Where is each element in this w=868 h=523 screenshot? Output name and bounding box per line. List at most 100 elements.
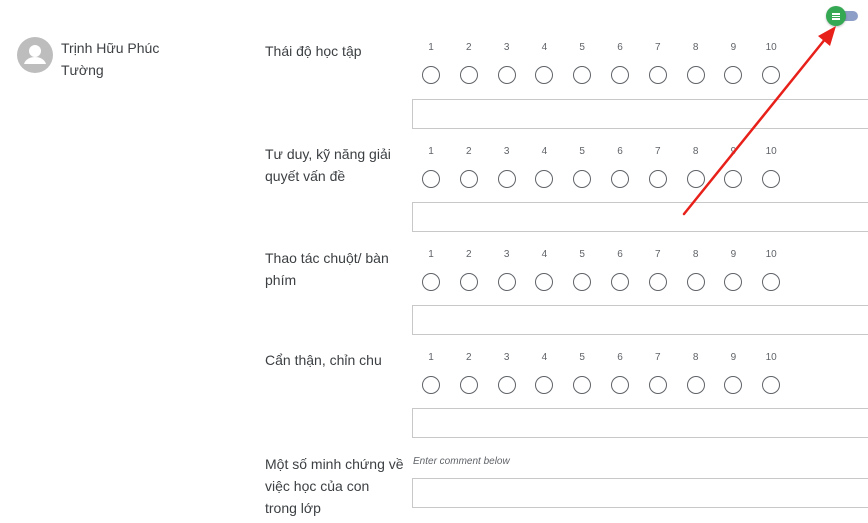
rating-radio-2[interactable] xyxy=(459,170,478,188)
rating-radio-2[interactable] xyxy=(459,376,478,394)
scale-number: 5 xyxy=(579,146,585,157)
scale-number: 3 xyxy=(503,352,510,363)
rating-radio-9[interactable] xyxy=(724,273,743,291)
scale-number: 10 xyxy=(765,249,777,260)
rating-radio-6[interactable] xyxy=(611,376,629,394)
rating-radio-3[interactable] xyxy=(497,170,516,188)
avatar xyxy=(17,37,53,73)
rating-scale-2: 1 2 3 4 5 6 7 8 9 10 xyxy=(412,146,792,202)
rating-radio-1[interactable] xyxy=(422,170,440,188)
scale-number: 7 xyxy=(655,249,661,260)
scale-number: 5 xyxy=(579,42,585,53)
rating-radio-8[interactable] xyxy=(686,170,705,188)
rating-scale-1: 1 2 3 4 5 6 7 8 9 10 xyxy=(412,42,792,98)
evidence-label: Một số minh chứng về việc học của con tr… xyxy=(265,456,404,516)
comment-field-4[interactable] xyxy=(412,408,868,438)
rating-radio-2[interactable] xyxy=(459,273,478,291)
scale-number: 4 xyxy=(541,146,548,157)
comment-toggle[interactable] xyxy=(826,6,858,26)
rating-radio-1[interactable] xyxy=(422,66,440,84)
scale-number: 3 xyxy=(503,146,510,157)
scale-number: 2 xyxy=(466,352,472,363)
rating-radio-3[interactable] xyxy=(497,66,516,84)
rating-radio-2[interactable] xyxy=(459,66,478,84)
rating-radio-4[interactable] xyxy=(535,170,554,188)
rating-radio-4[interactable] xyxy=(535,273,554,291)
scale-number: 9 xyxy=(730,42,737,53)
evidence-field[interactable] xyxy=(412,478,868,508)
rating-radio-1[interactable] xyxy=(422,376,440,394)
scale-number: 4 xyxy=(541,352,548,363)
scale-number: 8 xyxy=(692,146,699,157)
scale-number: 1 xyxy=(428,249,434,260)
rating-radio-10[interactable] xyxy=(762,376,781,394)
rating-radio-7[interactable] xyxy=(648,170,667,188)
scale-number: 3 xyxy=(503,249,510,260)
person-icon xyxy=(24,45,46,64)
scale-number: 2 xyxy=(466,42,472,53)
scale-number: 3 xyxy=(503,42,510,53)
criterion-label-1: Thái độ học tập xyxy=(265,43,362,59)
scale-number: 4 xyxy=(541,42,548,53)
scale-number: 7 xyxy=(655,146,661,157)
scale-number: 1 xyxy=(428,352,434,363)
scale-number: 10 xyxy=(765,352,777,363)
scale-number: 2 xyxy=(466,146,472,157)
rating-radio-7[interactable] xyxy=(648,376,667,394)
scale-number: 6 xyxy=(617,42,623,53)
rating-radio-5[interactable] xyxy=(573,376,592,394)
rating-radio-7[interactable] xyxy=(648,66,667,84)
rating-radio-8[interactable] xyxy=(686,273,705,291)
rating-radio-8[interactable] xyxy=(686,376,705,394)
rating-radio-10[interactable] xyxy=(762,273,781,291)
scale-number: 8 xyxy=(692,42,699,53)
scale-number: 5 xyxy=(579,352,585,363)
student-header: Trịnh Hữu Phúc Tường xyxy=(17,37,181,81)
rating-radio-8[interactable] xyxy=(686,66,705,84)
rating-radio-10[interactable] xyxy=(762,66,781,84)
rating-radio-4[interactable] xyxy=(535,66,554,84)
scale-number: 9 xyxy=(730,352,737,363)
rating-radio-3[interactable] xyxy=(497,273,516,291)
rating-scale-3: 1 2 3 4 5 6 7 8 9 10 xyxy=(412,249,792,305)
scale-number: 9 xyxy=(730,146,737,157)
rating-radio-5[interactable] xyxy=(573,170,592,188)
rating-radio-9[interactable] xyxy=(724,170,743,188)
comment-field-3[interactable] xyxy=(412,305,868,335)
scale-number: 6 xyxy=(617,249,623,260)
rating-radio-10[interactable] xyxy=(762,170,781,188)
rating-radio-7[interactable] xyxy=(648,273,667,291)
scale-number: 7 xyxy=(655,352,661,363)
scale-number: 5 xyxy=(579,249,585,260)
scale-number: 2 xyxy=(466,249,472,260)
rating-radio-1[interactable] xyxy=(422,273,440,291)
scale-number: 6 xyxy=(617,352,623,363)
rating-radio-3[interactable] xyxy=(497,376,516,394)
scale-number: 8 xyxy=(692,352,699,363)
rating-radio-5[interactable] xyxy=(573,66,592,84)
student-name: Trịnh Hữu Phúc Tường xyxy=(61,40,160,78)
rating-radio-6[interactable] xyxy=(611,66,629,84)
rating-radio-4[interactable] xyxy=(535,376,554,394)
rating-scale-4: 1 2 3 4 5 6 7 8 9 10 xyxy=(412,352,792,408)
comment-field-1[interactable] xyxy=(412,99,868,129)
rating-radio-9[interactable] xyxy=(724,66,743,84)
list-icon xyxy=(826,6,846,26)
scale-number: 8 xyxy=(692,249,699,260)
scale-number: 7 xyxy=(655,42,661,53)
scale-number: 10 xyxy=(765,42,777,53)
scale-number: 9 xyxy=(730,249,737,260)
scale-number: 10 xyxy=(765,146,777,157)
rating-radio-9[interactable] xyxy=(724,376,743,394)
criterion-label-2: Tư duy, kỹ năng giải quyết vấn đề xyxy=(265,146,391,184)
scale-number: 1 xyxy=(428,42,434,53)
scale-number: 1 xyxy=(428,146,434,157)
rating-radio-6[interactable] xyxy=(611,273,629,291)
rating-radio-5[interactable] xyxy=(573,273,592,291)
criterion-label-3: Thao tác chuột/ bàn phím xyxy=(265,250,389,288)
rating-radio-6[interactable] xyxy=(611,170,629,188)
scale-number: 4 xyxy=(541,249,548,260)
comment-hint: Enter comment below xyxy=(413,456,510,467)
criterion-label-4: Cẩn thận, chỉn chu xyxy=(265,352,382,368)
comment-field-2[interactable] xyxy=(412,202,868,232)
